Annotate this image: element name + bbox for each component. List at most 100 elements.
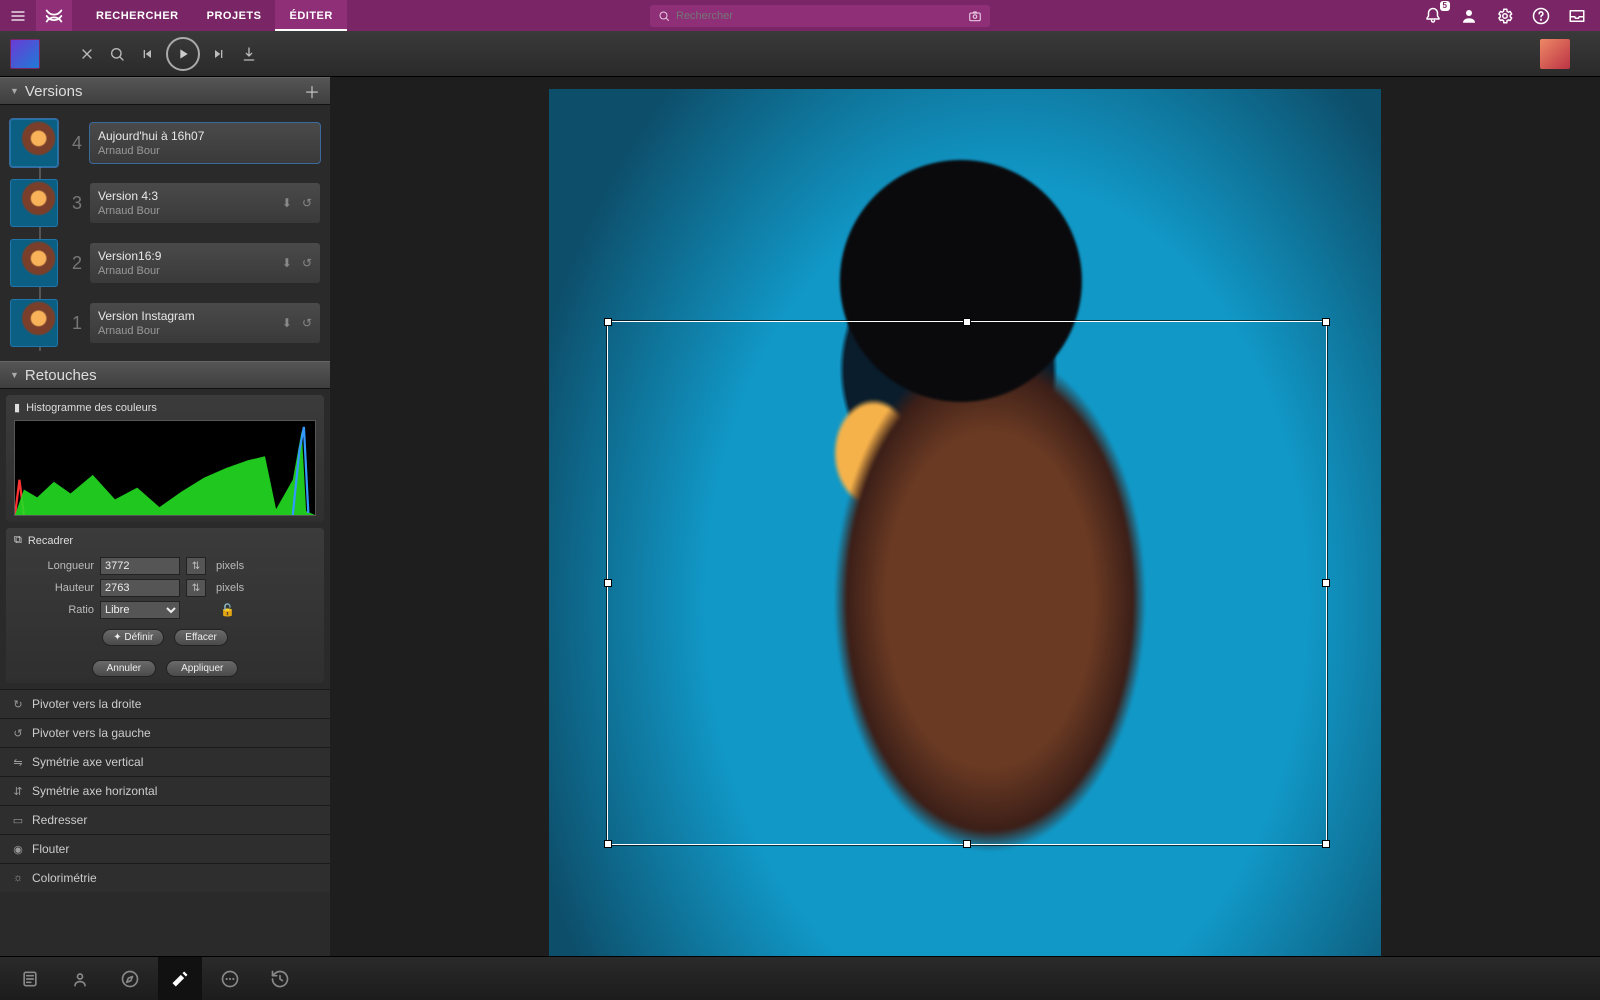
prev-track-button[interactable] bbox=[136, 43, 158, 65]
version-thumb bbox=[10, 299, 58, 347]
tab-projects[interactable]: PROJETS bbox=[193, 0, 276, 31]
crop-title: Recadrer bbox=[28, 535, 73, 547]
account-button[interactable] bbox=[1460, 7, 1478, 25]
color-icon: ☼ bbox=[12, 872, 24, 884]
versions-list: 4 Aujourd'hui à 16h07 Arnaud Bour 3 Vers… bbox=[0, 105, 330, 361]
header-actions: 5 bbox=[1410, 7, 1600, 25]
player-ribbon bbox=[0, 31, 1600, 77]
crop-rectangle[interactable] bbox=[607, 321, 1327, 845]
crop-handle-r[interactable] bbox=[1322, 579, 1330, 587]
next-track-button[interactable] bbox=[208, 43, 230, 65]
history-icon[interactable]: ↺ bbox=[302, 196, 312, 210]
swap-dims-button-2[interactable]: ⇅ bbox=[186, 579, 206, 597]
inbox-button[interactable] bbox=[1568, 7, 1586, 25]
tool-straighten[interactable]: ▭Redresser bbox=[0, 805, 330, 834]
version-author: Arnaud Bour bbox=[98, 145, 312, 157]
compare-thumb[interactable] bbox=[1540, 39, 1570, 69]
crop-handle-t[interactable] bbox=[963, 318, 971, 326]
version-title: Version16:9 bbox=[98, 249, 312, 263]
cancel-button[interactable]: Annuler bbox=[92, 660, 156, 677]
download-icon[interactable]: ⬇ bbox=[282, 316, 292, 330]
lock-icon[interactable]: 🔓 bbox=[220, 603, 266, 617]
notification-badge: 5 bbox=[1440, 1, 1450, 11]
tool-flip-horizontal[interactable]: ⇵Symétrie axe horizontal bbox=[0, 776, 330, 805]
version-thumb bbox=[10, 239, 58, 287]
history-icon[interactable]: ↺ bbox=[302, 256, 312, 270]
tab-edit[interactable]: ÉDITER bbox=[275, 0, 346, 31]
unit-label: pixels bbox=[216, 582, 266, 594]
global-search[interactable] bbox=[650, 5, 990, 27]
versions-header[interactable]: ▼ Versions ＋ bbox=[0, 77, 330, 105]
retouch-header[interactable]: ▼ Retouches bbox=[0, 361, 330, 389]
search-input[interactable] bbox=[676, 10, 962, 22]
play-button[interactable] bbox=[166, 37, 200, 71]
crop-handle-l[interactable] bbox=[604, 579, 612, 587]
version-card: Version 4:3 Arnaud Bour ⬇ ↺ bbox=[90, 183, 320, 223]
crop-handle-tl[interactable] bbox=[604, 318, 612, 326]
zoom-icon[interactable] bbox=[106, 43, 128, 65]
histogram-chart bbox=[14, 420, 316, 516]
help-button[interactable] bbox=[1532, 7, 1550, 25]
user-tab-button[interactable] bbox=[58, 957, 102, 1000]
length-input[interactable] bbox=[100, 557, 180, 575]
info-tab-button[interactable] bbox=[8, 957, 52, 1000]
canvas-area[interactable] bbox=[330, 77, 1600, 956]
version-author: Arnaud Bour bbox=[98, 325, 312, 337]
settings-button[interactable] bbox=[1496, 7, 1514, 25]
histogram-icon: ▮ bbox=[14, 401, 20, 414]
add-version-button[interactable]: ＋ bbox=[304, 79, 320, 103]
close-icon[interactable] bbox=[76, 43, 98, 65]
crop-handle-bl[interactable] bbox=[604, 840, 612, 848]
explore-tab-button[interactable] bbox=[108, 957, 152, 1000]
version-card: Version16:9 Arnaud Bour ⬇ ↺ bbox=[90, 243, 320, 283]
swap-dims-button[interactable]: ⇅ bbox=[186, 557, 206, 575]
clear-button[interactable]: Effacer bbox=[174, 629, 228, 646]
notifications-button[interactable]: 5 bbox=[1424, 7, 1442, 25]
version-item[interactable]: 4 Aujourd'hui à 16h07 Arnaud Bour bbox=[6, 113, 324, 173]
crop-handle-b[interactable] bbox=[963, 840, 971, 848]
ratio-label: Ratio bbox=[14, 604, 94, 616]
version-number: 3 bbox=[66, 193, 82, 214]
crop-handle-tr[interactable] bbox=[1322, 318, 1330, 326]
ratio-select[interactable]: Libre bbox=[100, 601, 180, 619]
history-tab-button[interactable] bbox=[258, 957, 302, 1000]
download-icon[interactable]: ⬇ bbox=[282, 196, 292, 210]
versions-title: Versions bbox=[25, 83, 83, 100]
search-icon bbox=[658, 10, 670, 22]
version-title: Version Instagram bbox=[98, 309, 312, 323]
more-tab-button[interactable] bbox=[208, 957, 252, 1000]
download-icon[interactable]: ⬇ bbox=[282, 256, 292, 270]
retouch-title: Retouches bbox=[25, 367, 97, 384]
image-preview[interactable] bbox=[549, 89, 1381, 956]
edit-tab-button[interactable] bbox=[158, 957, 202, 1000]
version-item[interactable]: 2 Version16:9 Arnaud Bour ⬇ ↺ bbox=[6, 233, 324, 293]
rotate-right-icon: ↻ bbox=[12, 698, 24, 711]
current-asset-thumb[interactable] bbox=[10, 39, 40, 69]
crop-panel: ⧉ Recadrer Longueur ⇅ pixels Hauteur ⇅ p… bbox=[6, 528, 324, 683]
tool-rotate-right[interactable]: ↻Pivoter vers la droite bbox=[0, 689, 330, 718]
version-number: 4 bbox=[66, 133, 82, 154]
history-icon[interactable]: ↺ bbox=[302, 316, 312, 330]
tool-blur[interactable]: ◉Flouter bbox=[0, 834, 330, 863]
tool-colorimetry[interactable]: ☼Colorimétrie bbox=[0, 863, 330, 892]
app-logo[interactable] bbox=[36, 0, 72, 31]
version-item[interactable]: 3 Version 4:3 Arnaud Bour ⬇ ↺ bbox=[6, 173, 324, 233]
crop-handle-br[interactable] bbox=[1322, 840, 1330, 848]
download-button[interactable] bbox=[238, 43, 260, 65]
version-card: Aujourd'hui à 16h07 Arnaud Bour bbox=[90, 123, 320, 163]
tool-rotate-left[interactable]: ↺Pivoter vers la gauche bbox=[0, 718, 330, 747]
bottom-toolbar bbox=[0, 956, 1600, 1000]
tool-flip-vertical[interactable]: ⇋Symétrie axe vertical bbox=[0, 747, 330, 776]
version-thumb bbox=[10, 119, 58, 167]
apply-button[interactable]: Appliquer bbox=[166, 660, 238, 677]
menu-button[interactable] bbox=[0, 8, 36, 24]
tab-search[interactable]: RECHERCHER bbox=[82, 0, 193, 31]
version-title: Aujourd'hui à 16h07 bbox=[98, 129, 312, 143]
height-input[interactable] bbox=[100, 579, 180, 597]
version-card: Version Instagram Arnaud Bour ⬇ ↺ bbox=[90, 303, 320, 343]
crop-form: Longueur ⇅ pixels Hauteur ⇅ pixels Ratio… bbox=[14, 553, 316, 623]
camera-icon[interactable] bbox=[968, 9, 982, 23]
top-bar: RECHERCHER PROJETS ÉDITER 5 bbox=[0, 0, 1600, 31]
define-button[interactable]: ✦ Définir bbox=[102, 629, 164, 646]
version-item[interactable]: 1 Version Instagram Arnaud Bour ⬇ ↺ bbox=[6, 293, 324, 353]
